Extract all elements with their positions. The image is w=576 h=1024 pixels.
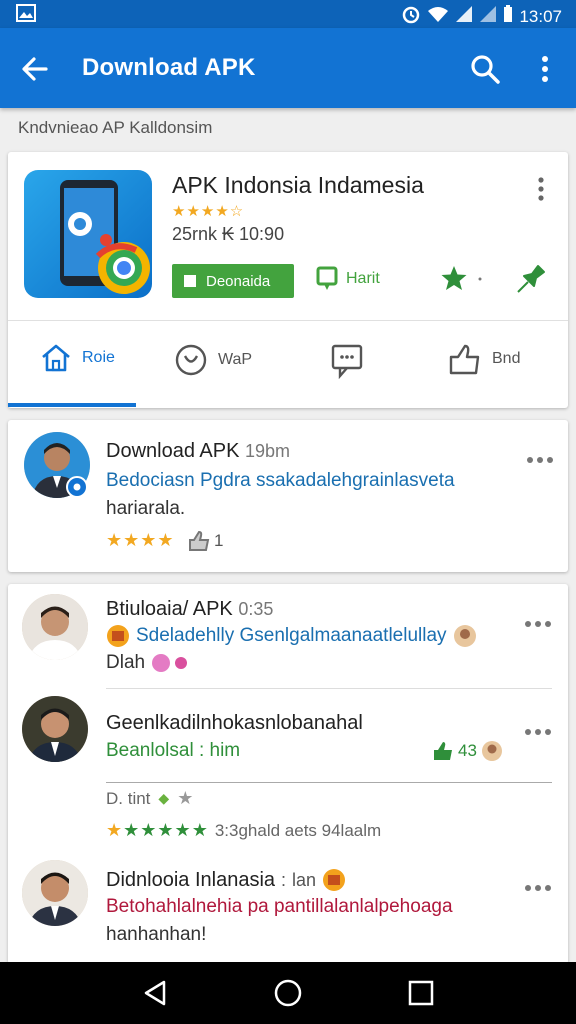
more-vert-icon[interactable]	[532, 52, 558, 86]
arrow-icon: ◆	[158, 790, 170, 806]
comment-icon	[316, 266, 338, 290]
download-label: Deonaida	[206, 272, 271, 290]
post-time: 19bm	[244, 441, 291, 461]
mark-label: Harit	[346, 270, 380, 287]
more-horiz-icon[interactable]	[524, 724, 552, 735]
tab-chat[interactable]: WaP	[174, 343, 252, 377]
post-footer: D. tint ◆ ★	[106, 788, 193, 809]
post-time: lan	[292, 869, 317, 890]
post-text: Bedociasn Pgdra ssakadalehgrainlasveta	[106, 470, 455, 491]
avatar-small-icon	[453, 625, 476, 647]
download-icon	[184, 275, 196, 287]
rating-stars: ★★★★	[106, 530, 175, 550]
section-label: Kndvnieao AP Kalldonsim	[18, 118, 213, 137]
home-nav-icon[interactable]	[273, 978, 303, 1008]
tab-label: Bnd	[492, 350, 521, 367]
chat-icon	[175, 344, 207, 376]
post-time: 0:35	[238, 599, 274, 619]
battery-icon	[503, 5, 513, 28]
like-count[interactable]: 1	[188, 530, 223, 552]
signal-icon	[455, 5, 473, 28]
pin-icon[interactable]	[514, 264, 546, 296]
post-title: Btiuloaia/ APK 0:35	[106, 598, 273, 621]
like-number: 43	[458, 741, 477, 760]
post-title: Didnlooia Inlanasia : lan	[106, 868, 346, 892]
app-meta: 25rnk ₭ 10:90	[172, 224, 285, 244]
signal-icon	[479, 5, 497, 28]
tab-like[interactable]: Bnd	[448, 343, 520, 375]
page-title: Download APK	[82, 54, 256, 81]
gallery-icon	[16, 4, 36, 27]
tab-label: Roie	[82, 349, 115, 366]
post-text: Betohahlalnehia pa pantillalanlalpehoaga	[106, 896, 453, 917]
tab-indicator	[8, 403, 136, 407]
tab-home[interactable]: Roie	[40, 343, 115, 373]
post-text: Dlah	[106, 652, 146, 673]
rating-stars: ★★★★★★	[106, 820, 209, 840]
verified-badge-icon	[66, 476, 88, 498]
back-arrow-icon[interactable]	[18, 52, 52, 86]
rating-row: ★★★★★★ 3:3ghald aets 94laalm	[106, 820, 381, 841]
post-text-row: Sdeladehlly Gsenlgalmaanaatlelullay	[106, 624, 477, 648]
thumb-up-icon	[434, 742, 452, 760]
more-horiz-icon[interactable]	[524, 616, 552, 627]
clock-time: 13:07	[519, 6, 562, 26]
post-card[interactable]: Download APK 19bm Bedociasn Pgdra ssakad…	[8, 420, 568, 572]
mark-button[interactable]: Harit	[316, 266, 380, 292]
back-nav-icon[interactable]	[140, 978, 170, 1008]
recents-nav-icon[interactable]	[406, 978, 436, 1008]
app-icon[interactable]	[24, 170, 152, 298]
status-bar: 13:07	[0, 0, 576, 28]
post-author: Download APK	[106, 440, 240, 462]
divider	[106, 782, 552, 783]
heart-emoji-icon	[152, 654, 188, 672]
message-icon	[331, 344, 363, 379]
avatar[interactable]	[22, 696, 88, 762]
home-icon	[42, 344, 70, 372]
post-title: Geenlkadilnhokasnlobanahal	[106, 712, 363, 734]
app-title: APK Indonsia Indamesia	[172, 172, 424, 198]
thumb-up-icon	[189, 530, 210, 551]
emoji-icon	[323, 869, 346, 891]
post-text: Sdeladehlly Gsenlgalmaanaatlelullay	[136, 625, 447, 646]
emoji-icon	[107, 625, 129, 647]
star-icon: ★	[177, 788, 194, 808]
rating-stars: ★★★★☆	[172, 203, 245, 220]
post-text: Beanlolsal : him	[106, 740, 241, 761]
download-button[interactable]: Deonaida	[172, 264, 294, 298]
search-icon[interactable]	[468, 52, 502, 86]
post-text: hanhanhan!	[106, 924, 207, 945]
post-author: Btiuloaia/ APK	[106, 598, 233, 620]
alarm-icon	[401, 4, 421, 29]
tab-message[interactable]	[330, 343, 364, 379]
app-bar: Download APK	[0, 28, 576, 108]
avatar[interactable]	[22, 860, 88, 926]
more-horiz-icon[interactable]	[526, 452, 554, 463]
tab-label: WaP	[218, 351, 253, 368]
thumb-up-icon	[449, 344, 480, 375]
post-author: Didnlooia Inlanasia	[106, 868, 276, 891]
avatar-small-icon	[481, 741, 502, 761]
post-text-row: Dlah	[106, 652, 191, 674]
star-icon[interactable]	[440, 264, 486, 294]
like-number: 1	[214, 531, 224, 550]
divider	[106, 688, 552, 689]
tab-bar: Roie WaP Bnd	[8, 321, 568, 408]
rating-meta: 3:3ghald aets 94laalm	[214, 820, 382, 840]
post-card[interactable]: Btiuloaia/ APK 0:35 Sdeladehlly Gsenlgal…	[8, 584, 568, 964]
post-text: hariarala.	[106, 498, 186, 519]
app-card: APK Indonsia Indamesia ★★★★☆ 25rnk ₭ 10:…	[8, 152, 568, 408]
footer-text: D. tint	[106, 788, 151, 808]
like-count[interactable]: 43	[432, 740, 503, 762]
avatar[interactable]	[22, 594, 88, 660]
more-vert-icon[interactable]	[534, 174, 548, 204]
more-horiz-icon[interactable]	[524, 880, 552, 891]
wifi-icon	[427, 5, 449, 28]
system-nav-bar	[0, 962, 576, 1024]
post-title: Download APK 19bm	[106, 440, 290, 463]
